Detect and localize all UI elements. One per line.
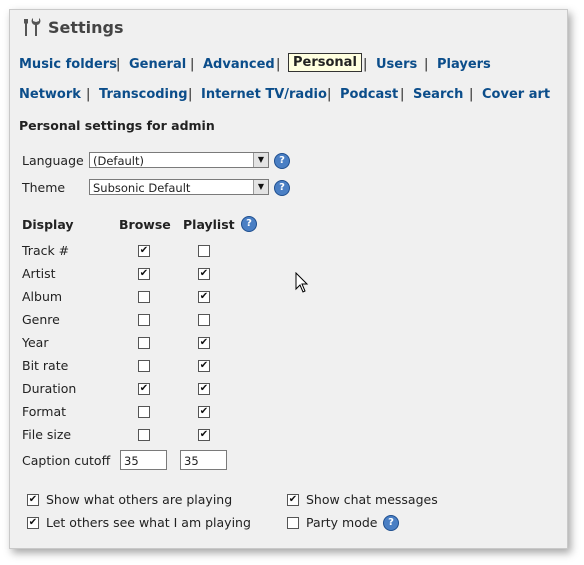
nav-separator: | — [86, 87, 91, 102]
playlist-checkbox[interactable]: ✔ — [198, 406, 210, 418]
tab-cover-art[interactable]: Cover art — [482, 87, 550, 102]
browse-checkbox[interactable] — [138, 291, 150, 303]
browse-checkbox[interactable] — [138, 314, 150, 326]
settings-panel: Settings Music folders | General | Advan… — [9, 9, 568, 549]
language-label: Language — [22, 153, 84, 168]
theme-value: Subsonic Default — [93, 181, 191, 195]
theme-select[interactable]: Subsonic Default ▼ — [89, 179, 269, 195]
display-row-label: Genre — [22, 312, 60, 327]
section-heading: Personal settings for admin — [19, 118, 215, 133]
display-row-label: File size — [22, 427, 72, 442]
show-others-playing-checkbox[interactable]: ✔ — [27, 494, 39, 506]
language-value: (Default) — [93, 154, 144, 168]
playlist-checkbox[interactable] — [198, 245, 210, 257]
party-mode-checkbox[interactable] — [287, 517, 299, 529]
display-row-label: Format — [22, 404, 67, 419]
playlist-checkbox[interactable]: ✔ — [198, 291, 210, 303]
tab-podcast[interactable]: Podcast — [340, 87, 398, 102]
playlist-checkbox[interactable]: ✔ — [198, 429, 210, 441]
nav-separator: | — [188, 87, 193, 102]
chevron-down-icon: ▼ — [253, 180, 268, 194]
nav-separator: | — [363, 57, 368, 72]
theme-label: Theme — [22, 180, 66, 195]
tab-personal[interactable]: Personal — [288, 53, 362, 72]
nav-separator: | — [469, 87, 474, 102]
help-icon[interactable]: ? — [383, 515, 399, 531]
help-icon[interactable]: ? — [241, 216, 257, 232]
browse-checkbox[interactable] — [138, 429, 150, 441]
party-mode-label: Party mode — [306, 515, 378, 530]
mouse-pointer-icon — [295, 272, 309, 293]
tab-music-folders[interactable]: Music folders — [19, 57, 117, 72]
page-title: Settings — [20, 16, 124, 38]
tab-transcoding[interactable]: Transcoding — [99, 87, 188, 102]
tab-network[interactable]: Network — [19, 87, 81, 102]
help-icon[interactable]: ? — [274, 153, 290, 169]
nav-separator: | — [400, 87, 405, 102]
nav-separator: | — [116, 57, 121, 72]
language-select[interactable]: (Default) ▼ — [89, 152, 269, 168]
tab-players[interactable]: Players — [437, 57, 491, 72]
tab-advanced[interactable]: Advanced — [203, 57, 275, 72]
caption-cutoff-browse-input[interactable]: 35 — [120, 450, 167, 470]
nav-separator: | — [424, 57, 429, 72]
show-chat-label: Show chat messages — [306, 492, 438, 507]
playlist-checkbox[interactable]: ✔ — [198, 268, 210, 280]
nav-separator: | — [276, 57, 281, 72]
browse-checkbox[interactable] — [138, 337, 150, 349]
browse-checkbox[interactable]: ✔ — [138, 383, 150, 395]
tab-internet-tv-radio[interactable]: Internet TV/radio — [201, 87, 327, 102]
tab-search[interactable]: Search — [413, 87, 463, 102]
browse-checkbox[interactable] — [138, 360, 150, 372]
nav-separator: | — [327, 87, 332, 102]
playlist-checkbox[interactable]: ✔ — [198, 360, 210, 372]
playlist-checkbox[interactable] — [198, 314, 210, 326]
display-row-label: Year — [22, 335, 49, 350]
display-row-label: Bit rate — [22, 358, 69, 373]
tab-users[interactable]: Users — [376, 57, 417, 72]
let-others-see-label: Let others see what I am playing — [46, 515, 251, 530]
browse-header: Browse — [119, 217, 171, 232]
display-row-label: Album — [22, 289, 63, 304]
browse-checkbox[interactable]: ✔ — [138, 268, 150, 280]
caption-cutoff-label: Caption cutoff — [22, 453, 111, 468]
playlist-checkbox[interactable]: ✔ — [198, 383, 210, 395]
nav-separator: | — [190, 57, 195, 72]
caption-cutoff-playlist-input[interactable]: 35 — [180, 450, 227, 470]
let-others-see-checkbox[interactable]: ✔ — [27, 517, 39, 529]
display-row-label: Duration — [22, 381, 77, 396]
chevron-down-icon: ▼ — [253, 153, 268, 167]
page-title-text: Settings — [48, 17, 124, 37]
tools-icon — [24, 18, 41, 36]
playlist-header: Playlist — [183, 217, 235, 232]
show-others-playing-label: Show what others are playing — [46, 492, 233, 507]
playlist-checkbox[interactable]: ✔ — [198, 337, 210, 349]
show-chat-checkbox[interactable]: ✔ — [287, 494, 299, 506]
browse-checkbox[interactable]: ✔ — [138, 245, 150, 257]
tab-general[interactable]: General — [129, 57, 186, 72]
display-row-label: Artist — [22, 266, 56, 281]
help-icon[interactable]: ? — [274, 180, 290, 196]
browse-checkbox[interactable] — [138, 406, 150, 418]
display-header: Display — [22, 217, 74, 232]
display-row-label: Track # — [22, 243, 70, 258]
